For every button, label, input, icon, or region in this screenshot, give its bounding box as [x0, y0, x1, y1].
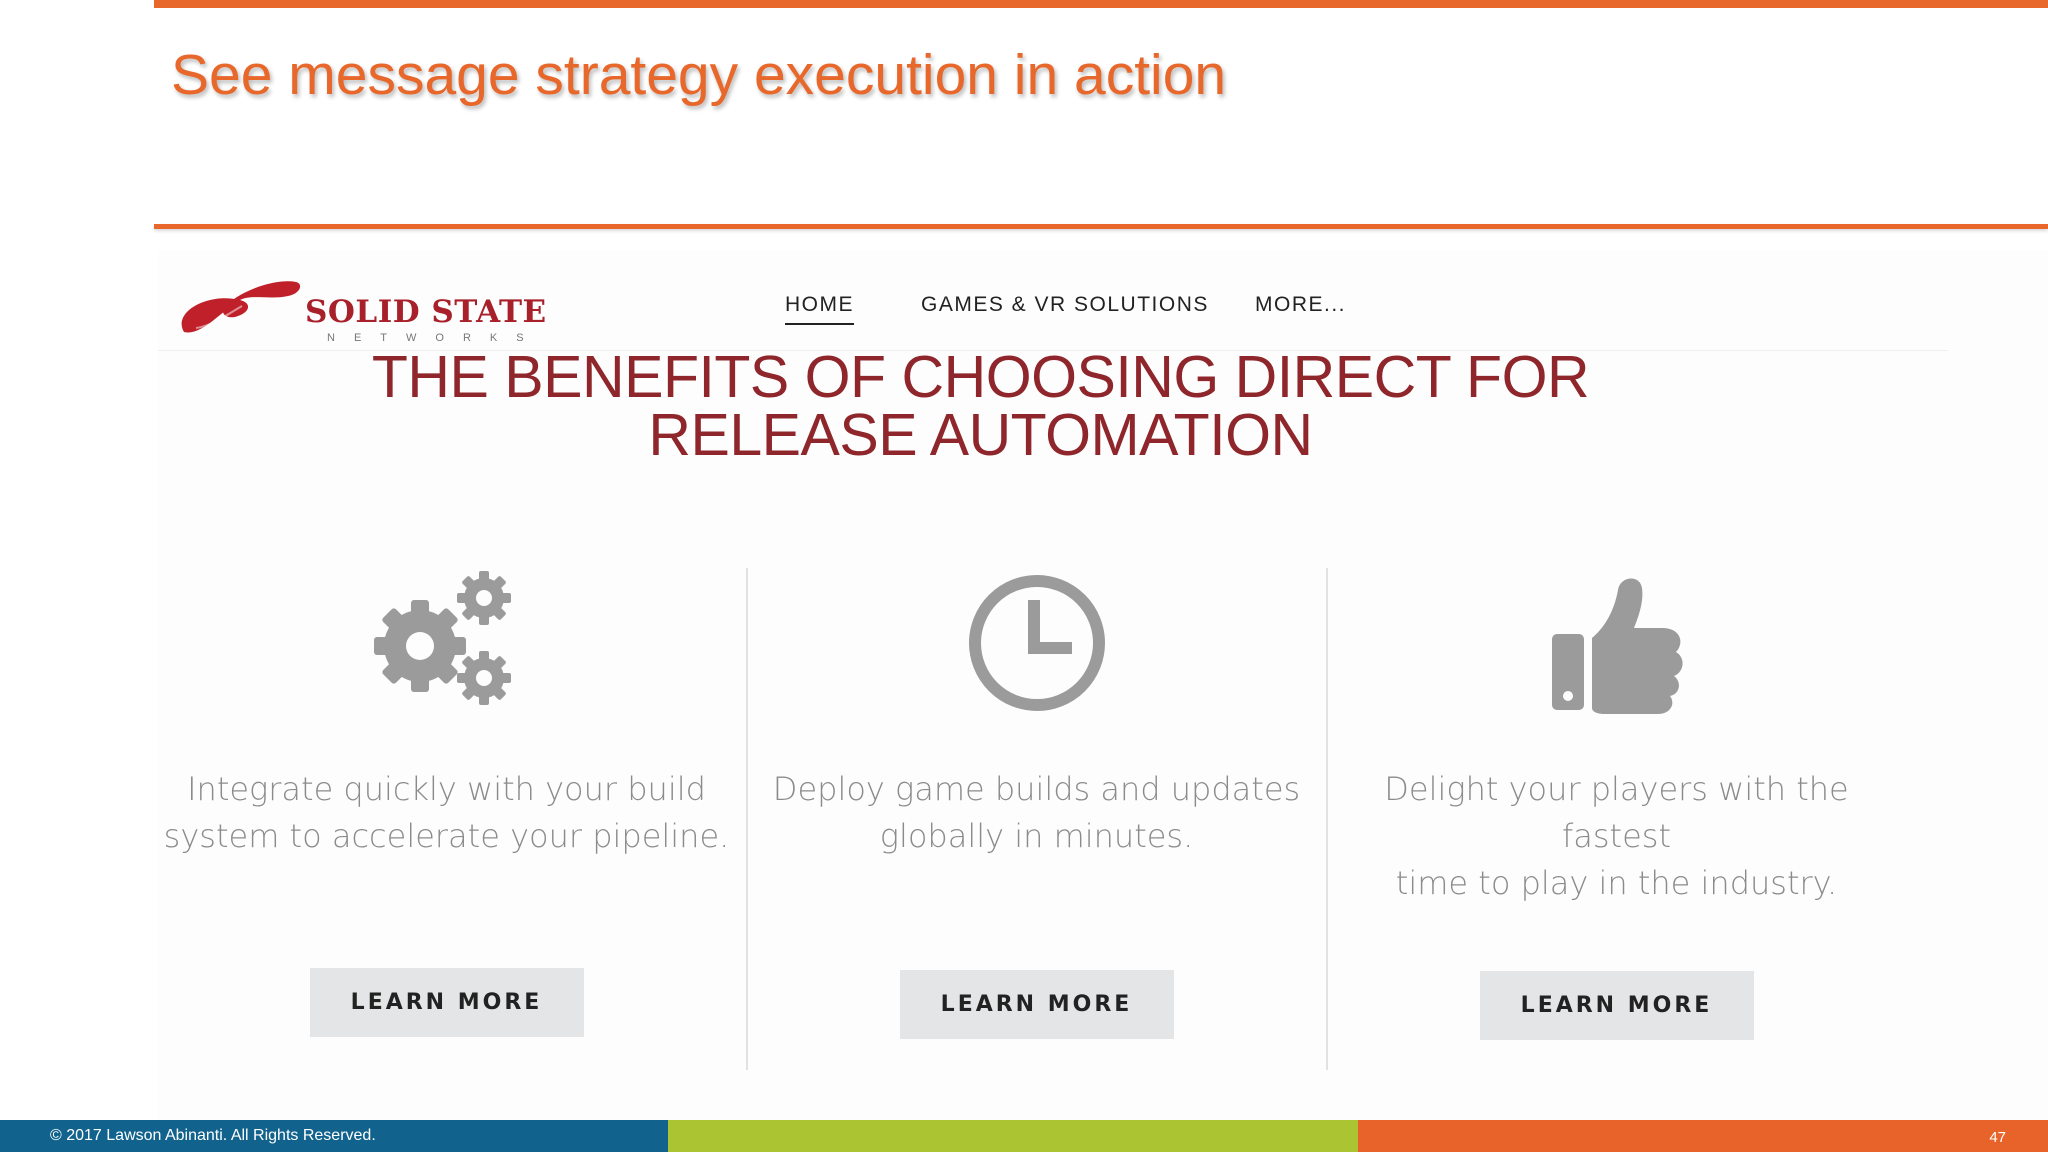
feature-delight: Delight your players with the fastest ti… [1328, 568, 1905, 1070]
nav-item-more[interactable]: MORE... [1255, 293, 1346, 323]
slide-title: See message strategy execution in action [171, 43, 1227, 107]
thumbs-up-icon [1551, 578, 1683, 714]
feature-text-line-1: Integrate quickly with your build [187, 770, 706, 808]
feature-description: Deploy game builds and updates globally … [748, 766, 1325, 860]
feature-text-line-1: Delight your players with the fastest [1384, 770, 1849, 855]
feature-text-line-2: system to accelerate your pipeline. [163, 817, 730, 855]
gears-icon [373, 571, 511, 705]
page-headline: THE BENEFITS OF CHOOSING DIRECT FOR RELE… [158, 348, 1803, 465]
copyright-text: © 2017 Lawson Abinanti. All Rights Reser… [50, 1127, 376, 1144]
feature-text-line-2: time to play in the industry. [1395, 864, 1838, 902]
feature-description: Integrate quickly with your build system… [158, 766, 735, 860]
slide-footer: © 2017 Lawson Abinanti. All Rights Reser… [0, 1120, 2048, 1152]
learn-more-button[interactable]: LEARN MORE [899, 970, 1174, 1039]
website-screenshot: SOLID STATE NETWORKS HOME GAMES & VR SOL… [158, 250, 2048, 1120]
footer-green-band [668, 1120, 1358, 1152]
learn-more-button[interactable]: LEARN MORE [1479, 971, 1754, 1040]
feature-text-line-1: Deploy game builds and updates [772, 770, 1301, 808]
headline-line-1: THE BENEFITS OF CHOOSING DIRECT FOR [371, 344, 1590, 410]
page-number: 47 [1989, 1129, 2006, 1146]
title-underline-rule [154, 224, 2048, 229]
nav-item-home[interactable]: HOME [785, 293, 854, 325]
learn-more-button[interactable]: LEARN MORE [309, 968, 584, 1037]
feature-integrate: Integrate quickly with your build system… [158, 568, 735, 1070]
clock-icon [968, 575, 1105, 711]
feature-deploy: Deploy game builds and updates globally … [748, 568, 1325, 1070]
headline-line-2: RELEASE AUTOMATION [648, 402, 1313, 468]
feature-description: Delight your players with the fastest ti… [1328, 766, 1905, 907]
top-accent-rule [154, 0, 2048, 8]
feature-text-line-2: globally in minutes. [879, 817, 1194, 855]
site-navigation: HOME GAMES & VR SOLUTIONS MORE... [158, 293, 2048, 333]
nav-item-games-vr-solutions[interactable]: GAMES & VR SOLUTIONS [921, 293, 1209, 323]
logo-subtitle: NETWORKS [327, 332, 543, 344]
footer-orange-band [1358, 1120, 2048, 1152]
